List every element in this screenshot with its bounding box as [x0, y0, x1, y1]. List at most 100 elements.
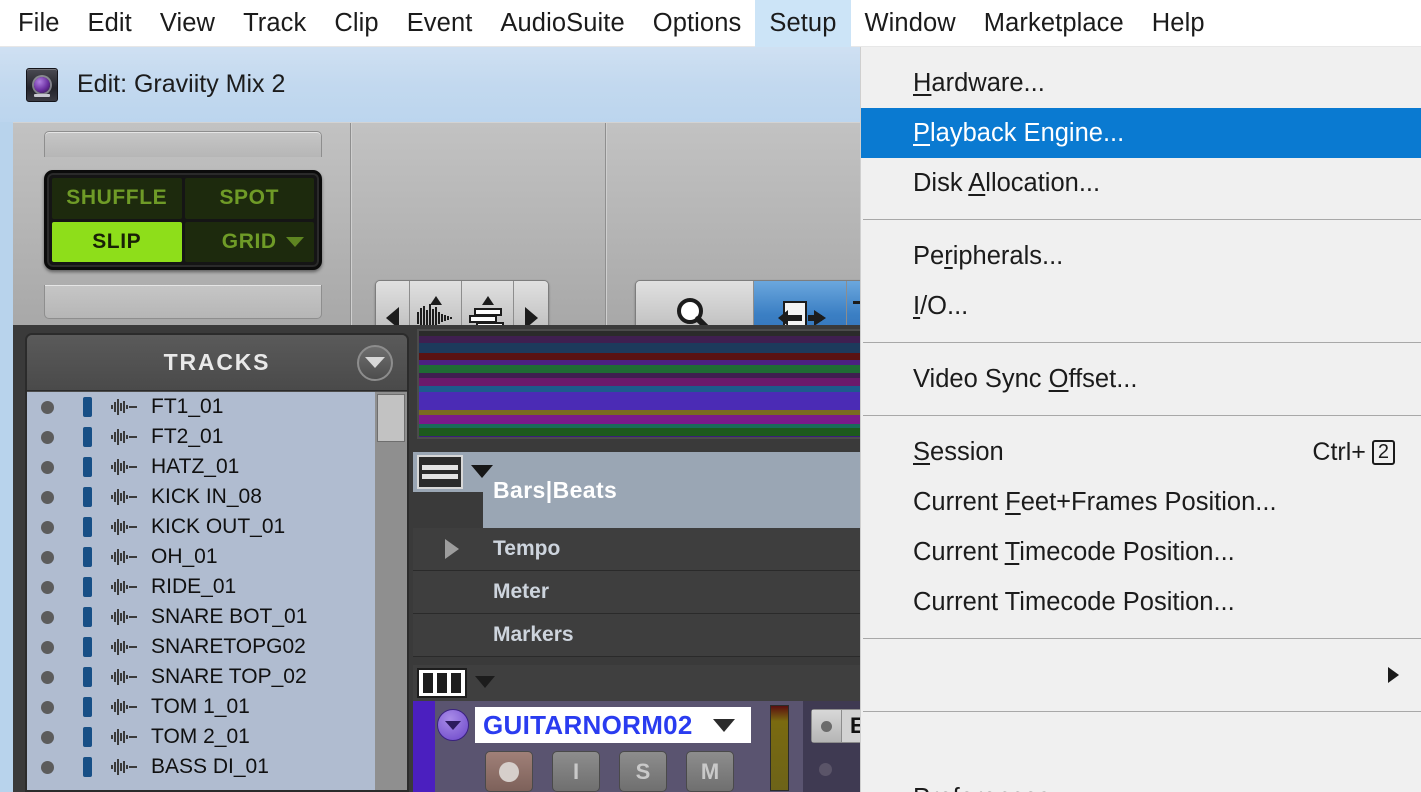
menu-audiosuite[interactable]: AudioSuite	[486, 0, 638, 47]
track-list-item[interactable]: BASS DI_01	[27, 752, 407, 782]
menu-item-session[interactable]: Session Ctrl+ 2	[861, 427, 1421, 477]
chevron-down-icon[interactable]	[475, 676, 495, 688]
menu-item-current-timecode-position[interactable]: Current Timecode Position...	[861, 527, 1421, 577]
track-list-item[interactable]: TOM 2_01	[27, 722, 407, 752]
track-type-indicator	[83, 667, 92, 687]
edit-mode-shuffle[interactable]: SHUFFLE	[52, 178, 182, 219]
track-type-indicator	[83, 757, 92, 777]
menu-item-midi[interactable]	[861, 650, 1421, 700]
ruler-row-label: Tempo	[493, 537, 561, 560]
record-led	[499, 761, 519, 782]
track-name: SNARE BOT_01	[151, 605, 308, 628]
mute-button[interactable]: M	[686, 751, 734, 792]
toolbar-panel-top	[44, 131, 322, 157]
track-list-item[interactable]: SNARETOPG02	[27, 632, 407, 662]
track-level-meter	[770, 705, 789, 791]
insert-bypass-knob[interactable]	[812, 710, 842, 742]
track-list-item[interactable]: FT2_01	[27, 422, 407, 452]
menu-clip[interactable]: Clip	[320, 0, 392, 47]
edit-mode-spot[interactable]: SPOT	[184, 178, 314, 219]
chevron-down-icon[interactable]	[471, 465, 493, 478]
menu-event[interactable]: Event	[393, 0, 487, 47]
menu-item-playback-engine[interactable]: Playback Engine...	[861, 108, 1421, 158]
tracks-list-scrollbar[interactable]	[375, 392, 407, 790]
menu-view[interactable]: View	[146, 0, 229, 47]
record-enable-button[interactable]	[485, 751, 533, 792]
menu-item-external-timecode-offset[interactable]: Current Timecode Position...	[861, 577, 1421, 627]
track-list-item[interactable]: KICK OUT_01	[27, 512, 407, 542]
expand-triangle-icon[interactable]	[445, 539, 459, 559]
track-list-item[interactable]: SNARE BOT_01	[27, 602, 407, 632]
track-status-dot	[41, 460, 54, 474]
waveform-icon	[111, 457, 139, 477]
tracks-list[interactable]: FT1_01 FT2_01 HATZ_01 KICK IN_08 KICK OU…	[27, 392, 407, 790]
track-list-item[interactable]: TOM 1_01	[27, 692, 407, 722]
waveform-icon	[111, 427, 139, 447]
menu-edit[interactable]: Edit	[74, 0, 146, 47]
menu-item-current-feet-frames-position[interactable]: Current Feet+Frames Position...	[861, 477, 1421, 527]
chevron-down-icon[interactable]	[713, 719, 735, 732]
track-name-text: GUITARNORM02	[483, 709, 693, 740]
menu-item-hardware[interactable]: Hardware...	[861, 58, 1421, 108]
ruler-view-icon[interactable]	[417, 455, 463, 489]
submenu-arrow-icon	[1388, 667, 1399, 683]
chevron-down-icon	[365, 357, 385, 368]
track-name-field[interactable]: GUITARNORM02	[475, 707, 751, 743]
track-view-icon[interactable]	[417, 668, 467, 698]
menu-window[interactable]: Window	[851, 0, 970, 47]
track-list-item[interactable]: SNARE TOP_02	[27, 662, 407, 692]
input-monitor-button[interactable]: I	[552, 751, 600, 792]
menu-help[interactable]: Help	[1138, 0, 1219, 47]
scrollbar-thumb[interactable]	[377, 394, 405, 442]
track-status-dot	[41, 550, 54, 564]
menu-item-disk-allocation[interactable]: Disk Allocation...	[861, 158, 1421, 208]
track-type-indicator	[83, 637, 92, 657]
track-expand-button[interactable]	[437, 709, 469, 741]
menu-item-preferences[interactable]: Preferences...	[861, 773, 1421, 792]
track-status-dot	[41, 670, 54, 684]
track-name: TOM 2_01	[151, 725, 250, 748]
track-list-item[interactable]: FT1_01	[27, 392, 407, 422]
track-name: KICK OUT_01	[151, 515, 286, 538]
tracks-list-menu-button[interactable]	[357, 344, 393, 381]
menu-item-video-sync-offset[interactable]: Video Sync Offset...	[861, 354, 1421, 404]
pro-tools-icon	[26, 67, 58, 102]
menu-item-peripherals[interactable]: Peripherals...	[861, 231, 1421, 281]
track-status-dot	[41, 430, 54, 444]
edit-mode-grid[interactable]: GRID	[184, 221, 314, 262]
menu-file[interactable]: File	[0, 0, 74, 47]
waveform-icon	[111, 517, 139, 537]
track-name: TOM 1_01	[151, 695, 250, 718]
tracks-list-header: TRACKS	[27, 335, 407, 391]
menu-item-external-timecode-offset-label: Current Timecode Position...	[913, 587, 1235, 616]
track-status-dot	[41, 760, 54, 774]
waveform-icon	[111, 397, 139, 417]
track-list-item[interactable]: RIDE_01	[27, 572, 407, 602]
track-list-item[interactable]: HATZ_01	[27, 452, 407, 482]
menu-marketplace[interactable]: Marketplace	[970, 0, 1138, 47]
menu-separator-4	[863, 638, 1421, 639]
menu-item-click-countoff[interactable]	[861, 723, 1421, 773]
edit-mode-selector[interactable]: SHUFFLE SPOT SLIP GRID	[44, 170, 322, 270]
chevron-down-icon[interactable]	[286, 236, 304, 247]
menu-options[interactable]: Options	[639, 0, 756, 47]
menu-separator-1	[863, 219, 1421, 220]
solo-button[interactable]: S	[619, 751, 667, 792]
waveform-icon	[111, 607, 139, 627]
waveform-icon	[111, 637, 139, 657]
menu-item-io[interactable]: I/O...	[861, 281, 1421, 331]
waveform-icon	[111, 757, 139, 777]
track-status-dot	[41, 580, 54, 594]
track-type-indicator	[83, 517, 92, 537]
menu-setup[interactable]: Setup	[755, 0, 851, 47]
track-status-dot	[41, 730, 54, 744]
ruler-gutter	[413, 492, 483, 528]
insert-slot-b-dot[interactable]	[819, 763, 832, 776]
track-list-item[interactable]: KICK IN_08	[27, 482, 407, 512]
track-list-item[interactable]: OH_01	[27, 542, 407, 572]
menu-track[interactable]: Track	[229, 0, 320, 47]
menu-item-hardware-label: ardware...	[931, 68, 1045, 97]
waveform-icon	[111, 577, 139, 597]
edit-mode-slip[interactable]: SLIP	[52, 221, 182, 262]
toolbar-panel-bottom	[44, 285, 322, 319]
